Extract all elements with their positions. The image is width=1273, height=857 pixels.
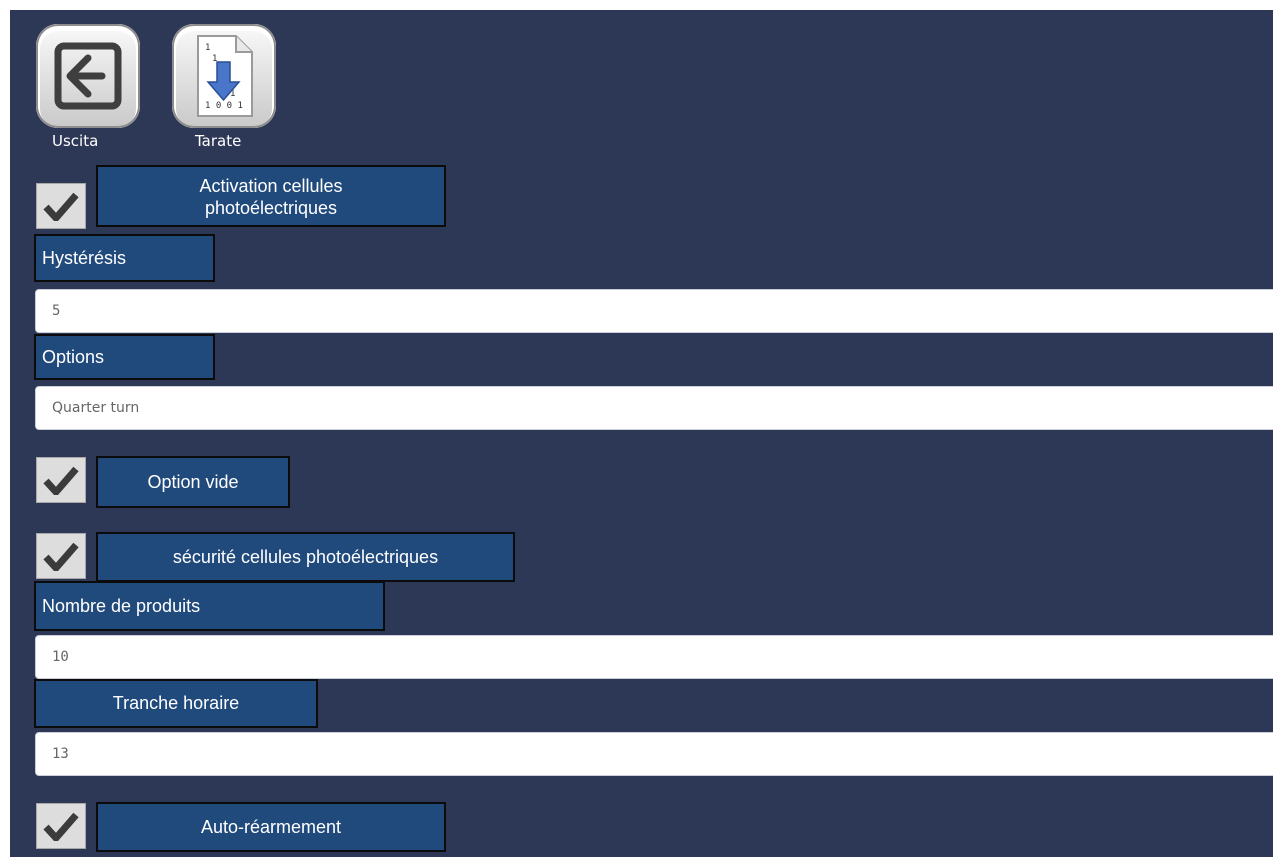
hysteresis-field[interactable]: 5: [35, 289, 1273, 333]
securite-label: sécurité cellules photoélectriques: [96, 532, 515, 582]
settings-panel: Uscita 1 1 0 1 1 0 0 1 Tarate Activation…: [10, 10, 1273, 857]
activation-checkbox[interactable]: [36, 183, 86, 229]
activation-label-text: Activation cellules photoélectriques: [199, 176, 343, 218]
tarate-button-label: Tarate: [195, 132, 242, 150]
activation-label: Activation cellules photoélectriques: [96, 165, 446, 227]
options-label: Options: [34, 334, 215, 380]
digit-1: 1: [205, 43, 210, 53]
binary-download-icon: 1 1 0 1 1 0 0 1: [197, 35, 253, 117]
exit-button[interactable]: [36, 24, 140, 128]
exit-button-label: Uscita: [52, 132, 99, 150]
checkmark-icon: [43, 466, 79, 495]
checkmark-icon: [43, 192, 79, 221]
tranche-field[interactable]: 13: [35, 732, 1273, 776]
securite-checkbox[interactable]: [36, 533, 86, 579]
exit-icon: [54, 42, 122, 110]
options-select[interactable]: Quarter turn: [35, 386, 1273, 430]
checkmark-icon: [43, 812, 79, 841]
nombre-field[interactable]: 10: [35, 635, 1273, 679]
tarate-button[interactable]: 1 1 0 1 1 0 0 1: [172, 24, 276, 128]
nombre-label: Nombre de produits: [34, 581, 385, 631]
checkmark-icon: [43, 542, 79, 571]
digit-row: 1 0 0 1: [205, 101, 243, 111]
auto-rearm-label: Auto-réarmement: [96, 802, 446, 852]
option-vide-checkbox[interactable]: [36, 457, 86, 503]
auto-rearm-checkbox[interactable]: [36, 803, 86, 849]
hysteresis-label: Hystérésis: [34, 234, 215, 282]
tranche-label: Tranche horaire: [34, 679, 318, 728]
option-vide-label: Option vide: [96, 456, 290, 508]
